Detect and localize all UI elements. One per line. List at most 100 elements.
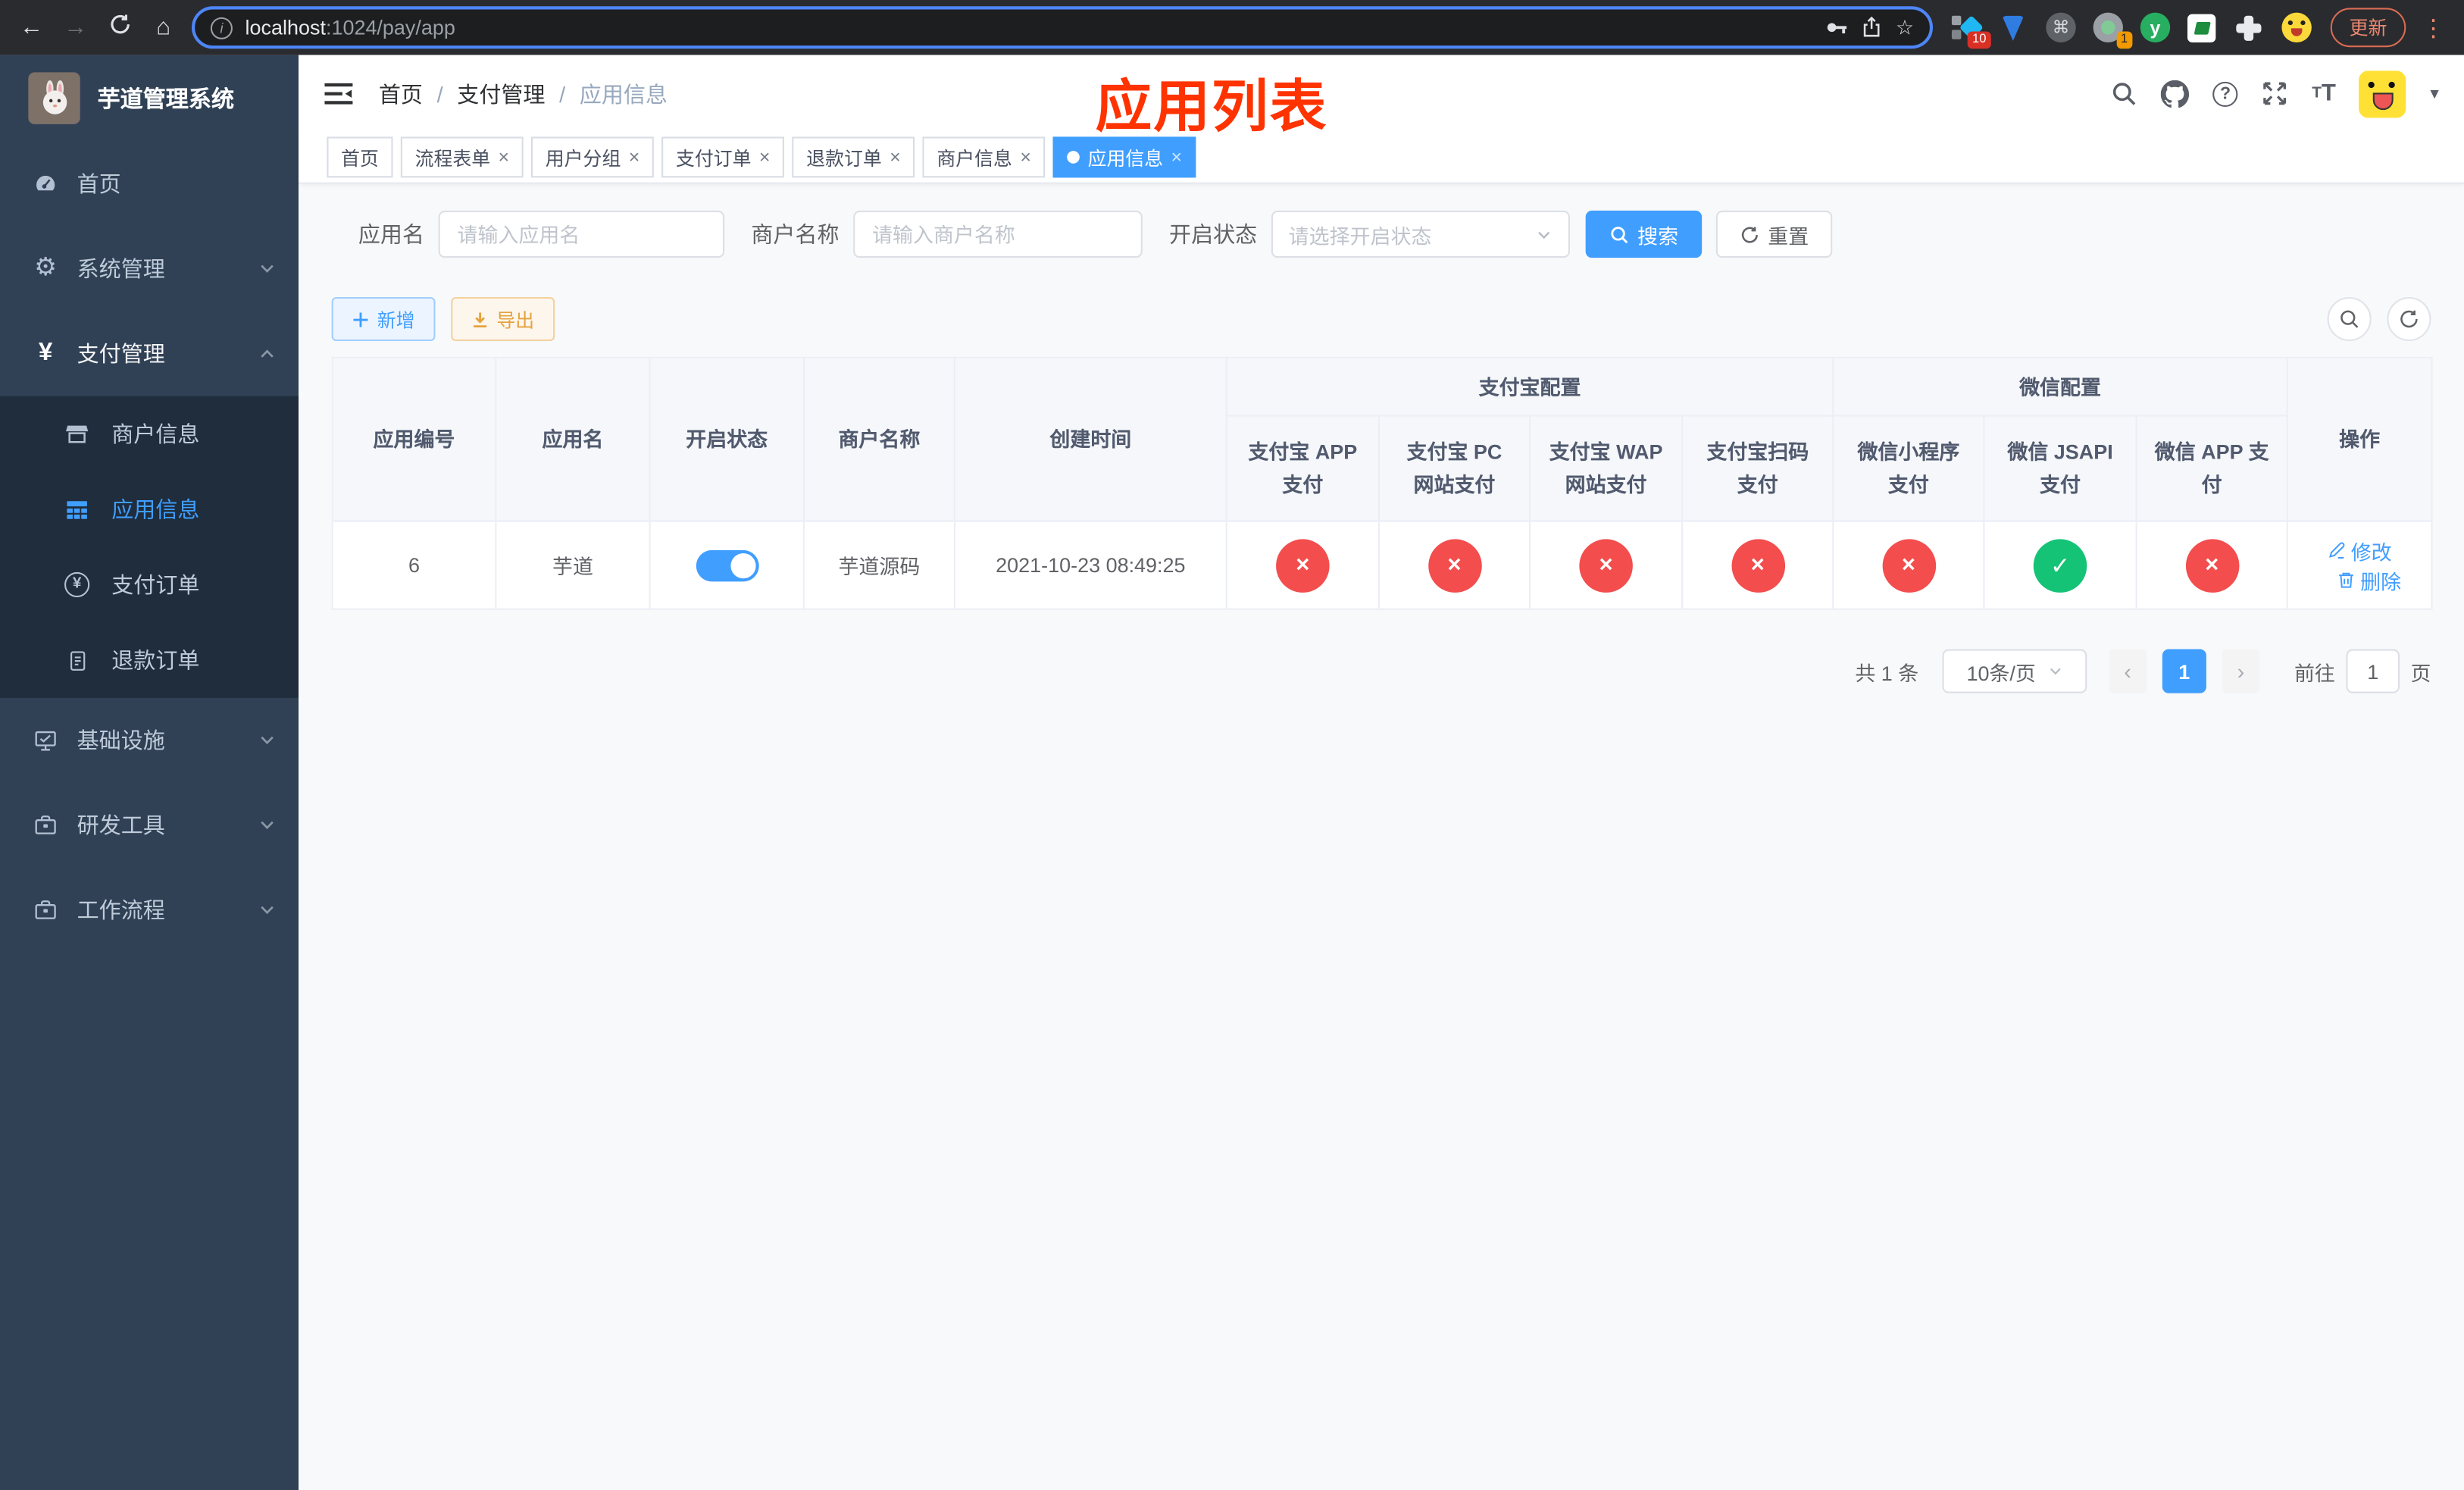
current-page-button[interactable]: 1 — [2162, 649, 2206, 693]
extensions-emoji-icon[interactable] — [2281, 12, 2312, 42]
toggle-search-button[interactable] — [2327, 296, 2372, 342]
chevron-up-icon — [258, 344, 277, 363]
edit-button[interactable]: 修改 — [2328, 535, 2392, 565]
sidebar-item-refund-order[interactable]: 退款订单 — [0, 622, 299, 698]
github-icon[interactable] — [2161, 79, 2190, 108]
col-status: 开启状态 — [649, 356, 805, 522]
sidebar-submenu: 商户信息应用信息 ¥ 支付订单退款订单 — [0, 396, 299, 698]
close-tab-icon[interactable]: × — [499, 146, 510, 168]
search-icon[interactable] — [2111, 80, 2137, 107]
tab-refund-order[interactable]: 退款订单 × — [792, 136, 915, 178]
table-row: 6 芋道 芋道源码 2021-10-23 08:49:25 × × × × × — [331, 520, 2433, 610]
sidebar-item-infrastructure[interactable]: 基础设施 — [0, 698, 299, 783]
sidebar-item-payment-management[interactable]: ¥ 支付管理 — [0, 311, 299, 396]
password-key-icon[interactable] — [1825, 16, 1849, 39]
sidebar-item-merchant-info[interactable]: 商户信息 — [0, 396, 299, 472]
delete-button[interactable]: 删除 — [2337, 565, 2401, 595]
cell-alipay-pc: × — [1377, 520, 1531, 610]
browser-back-icon[interactable]: ← — [16, 14, 47, 41]
status-toggle[interactable] — [695, 549, 758, 581]
extensions-kite-icon[interactable] — [1999, 13, 2028, 42]
tab-merchant-info[interactable]: 商户信息 × — [922, 136, 1046, 178]
col-alipay-app: 支付宝 APP 支付 — [1225, 415, 1380, 522]
close-tab-icon[interactable]: × — [629, 146, 640, 168]
col-wechat-jsapi: 微信 JSAPI 支付 — [1983, 415, 2137, 522]
tab-user-group[interactable]: 用户分组 × — [531, 136, 654, 178]
app-logo[interactable]: 芋道管理系统 — [0, 55, 299, 142]
merchant-name-input[interactable] — [853, 210, 1143, 258]
col-alipay-pc: 支付宝 PC 网站支付 — [1377, 415, 1531, 522]
user-avatar[interactable] — [2359, 70, 2407, 117]
extensions-puzzle-icon[interactable] — [2234, 13, 2264, 42]
grid-icon — [63, 496, 91, 521]
col-alipay-qr: 支付宝扫码支付 — [1681, 415, 1834, 522]
close-tab-icon[interactable]: × — [1171, 146, 1183, 168]
browser-forward-icon[interactable]: → — [60, 14, 91, 41]
fullscreen-icon[interactable] — [2262, 80, 2288, 107]
sidebar-item-payment-order[interactable]: ¥ 支付订单 — [0, 547, 299, 623]
col-alipay-wap: 支付宝 WAP 网站支付 — [1529, 415, 1684, 522]
bookmark-star-icon[interactable]: ☆ — [1896, 15, 1914, 40]
browser-home-icon[interactable]: ⌂ — [148, 14, 179, 41]
status-cross-icon: × — [1427, 538, 1481, 592]
site-info-icon[interactable]: i — [210, 16, 233, 39]
yen-icon: ¥ — [38, 339, 53, 367]
goto-page-input[interactable] — [2346, 649, 2400, 693]
prev-page-button[interactable]: ‹ — [2109, 649, 2147, 693]
close-tab-icon[interactable]: × — [759, 146, 771, 168]
tab-process-form[interactable]: 流程表单 × — [400, 136, 524, 178]
close-tab-icon[interactable]: × — [1020, 146, 1031, 168]
col-actions: 操作 — [2286, 356, 2433, 522]
tab-payment-order[interactable]: 支付订单 × — [661, 136, 785, 178]
screen: ← → ⌂ i localhost:1024/pay/app ☆ 10 ⌘ 1 … — [0, 0, 2464, 1490]
extensions-y-icon[interactable]: y — [2140, 12, 2171, 42]
page-size-select[interactable]: 10条/页 — [1942, 649, 2087, 693]
help-icon[interactable]: ? — [2212, 80, 2238, 106]
sidebar-item-app-info[interactable]: 应用信息 — [0, 471, 299, 547]
sidebar-item-home[interactable]: 首页 — [0, 142, 299, 227]
share-icon[interactable] — [1861, 16, 1883, 39]
close-tab-icon[interactable]: × — [890, 146, 901, 168]
document-icon — [63, 649, 91, 672]
extensions-diamond-icon[interactable]: 10 — [1951, 13, 1991, 49]
chevron-down-icon — [1535, 226, 1553, 243]
chevron-down-icon — [258, 900, 277, 919]
sidebar-item-label: 应用信息 — [111, 496, 200, 522]
filter-label-merchant: 商户名称 — [751, 221, 840, 247]
export-button[interactable]: 导出 — [451, 296, 555, 342]
extensions-record-icon[interactable]: 1 — [2093, 12, 2133, 49]
sidebar-item-label: 工作流程 — [77, 897, 165, 923]
sidebar-item-workflow[interactable]: 工作流程 — [0, 868, 299, 953]
browser-update-button[interactable]: 更新 — [2330, 8, 2406, 48]
reset-button[interactable]: 重置 — [1715, 210, 1833, 258]
add-button[interactable]: 新增 — [331, 296, 436, 342]
tab-label: 退款订单 — [806, 146, 882, 169]
col-wechat-mini: 微信小程序支付 — [1832, 415, 1985, 522]
breadcrumb-payment[interactable]: 支付管理 — [457, 78, 545, 109]
tab-label: 支付订单 — [675, 146, 752, 169]
breadcrumb-home[interactable]: 首页 — [379, 78, 423, 109]
search-button[interactable]: 搜索 — [1585, 210, 1703, 258]
sidebar-item-label: 退款订单 — [111, 647, 200, 673]
status-select[interactable]: 请选择开启状态 — [1271, 210, 1570, 258]
logo-rabbit-image — [28, 72, 80, 124]
page-content: 应用名 商户名称 开启状态 请选择开启状态 搜索 — [299, 184, 2464, 1490]
browser-reload-icon[interactable] — [104, 13, 135, 42]
cell-alipay-qr: × — [1681, 520, 1834, 610]
table-toolbar: 新增 导出 — [331, 296, 2431, 342]
address-bar[interactable]: i localhost:1024/pay/app ☆ — [192, 6, 1933, 49]
browser-menu-icon[interactable]: ⋮ — [2419, 14, 2448, 42]
sidebar-collapse-icon[interactable] — [324, 79, 353, 108]
sidebar-item-dev-tools[interactable]: 研发工具 — [0, 783, 299, 868]
refresh-button[interactable] — [2387, 296, 2431, 342]
font-size-icon[interactable]: TT — [2312, 80, 2336, 107]
extensions-command-icon[interactable]: ⌘ — [2046, 12, 2076, 42]
tab-home[interactable]: 首页 — [327, 136, 393, 178]
avatar-caret-icon[interactable]: ▾ — [2430, 83, 2438, 104]
extensions-chat-icon[interactable] — [2187, 13, 2217, 42]
extensions-bar: 10 ⌘ 1 y — [1946, 12, 2319, 49]
next-page-button[interactable]: › — [2222, 649, 2260, 693]
gauge-icon — [31, 171, 59, 196]
app-name-input[interactable] — [438, 210, 725, 258]
sidebar-item-system-management[interactable]: ⚙ 系统管理 — [0, 227, 299, 311]
